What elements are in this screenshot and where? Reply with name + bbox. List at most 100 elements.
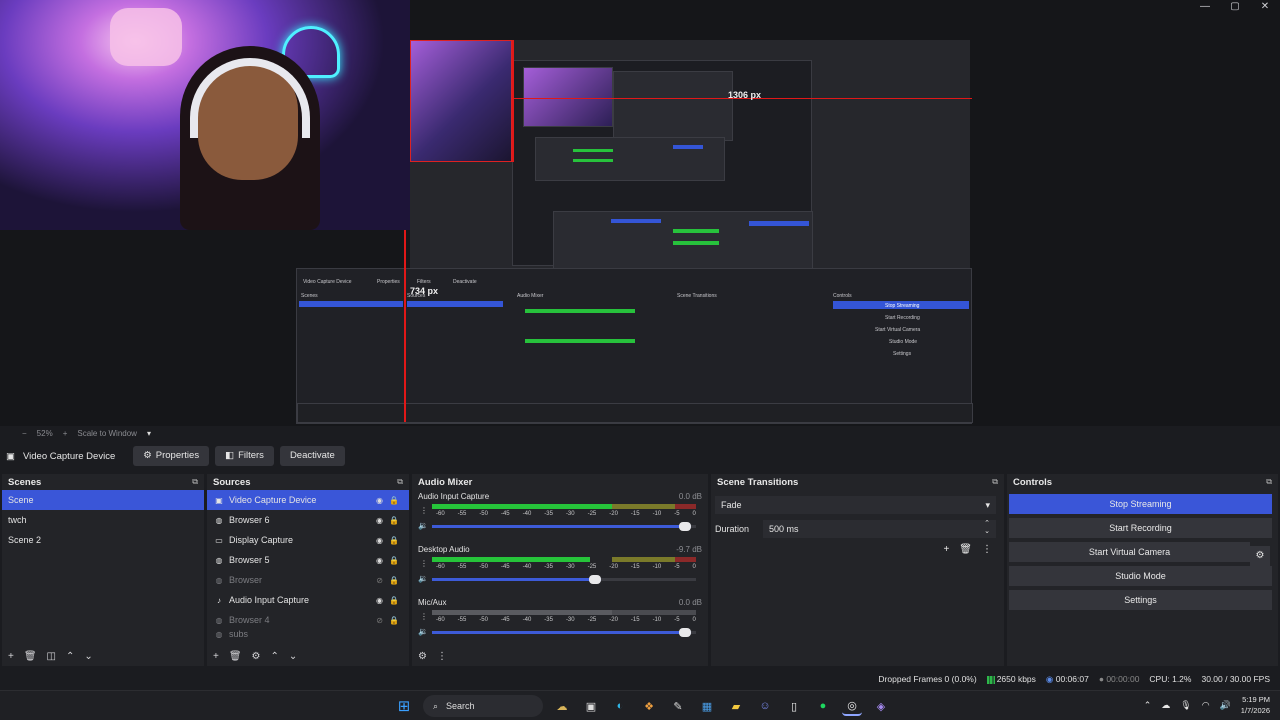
scale-tick: -55: [457, 564, 467, 570]
speaker-icon[interactable]: 🔉: [418, 627, 428, 636]
preview-canvas[interactable]: Video Capture Device Properties Filters …: [0, 0, 1280, 426]
move-down-icon[interactable]: ⌄: [84, 651, 92, 662]
deactivate-button[interactable]: Deactivate: [279, 446, 345, 466]
widgets-icon[interactable]: ☁: [552, 696, 572, 716]
channel-menu-icon[interactable]: ⋮: [420, 506, 428, 515]
studio-mode-button[interactable]: Studio Mode: [1009, 566, 1272, 586]
source-item[interactable]: ▣ Video Capture Device ◉ 🔒: [207, 490, 409, 510]
chat-app-icon[interactable]: ◈: [871, 696, 891, 716]
minimize-button[interactable]: —: [1190, 0, 1220, 14]
volume-icon[interactable]: 🔊: [1220, 700, 1231, 711]
edge-icon[interactable]: ◐: [610, 696, 630, 716]
scene-filters-icon[interactable]: ◫: [47, 651, 56, 662]
move-up-icon[interactable]: ⌃: [66, 651, 74, 662]
properties-button[interactable]: ⚙ Properties: [133, 446, 210, 466]
source-properties-icon[interactable]: ⚙: [252, 651, 261, 662]
scene-item[interactable]: Scene 2: [2, 530, 204, 550]
virtual-camera-settings-icon[interactable]: ⚙: [1250, 546, 1270, 566]
settings-button[interactable]: Settings: [1009, 590, 1272, 610]
remove-transition-icon[interactable]: 🗑: [959, 544, 972, 555]
close-button[interactable]: ✕: [1250, 0, 1280, 14]
zoom-out-icon[interactable]: −: [22, 429, 27, 438]
undock-icon[interactable]: ⧉: [192, 477, 198, 487]
document-icon[interactable]: ▯: [784, 696, 804, 716]
lock-icon[interactable]: 🔒: [389, 516, 399, 525]
speaker-icon[interactable]: 🔉: [418, 574, 428, 583]
taskbar-search[interactable]: ⌕ Search: [423, 695, 543, 717]
filters-button[interactable]: ◧ Filters: [215, 446, 274, 466]
scale-mode-label[interactable]: Scale to Window: [77, 429, 137, 438]
channel-menu-icon[interactable]: ⋮: [420, 559, 428, 568]
remove-scene-icon[interactable]: 🗑: [24, 651, 37, 662]
wifi-icon[interactable]: ◠: [1202, 700, 1210, 711]
source-item[interactable]: ◍ Browser 5 ◉ 🔒: [207, 550, 409, 570]
copilot-icon[interactable]: ❖: [639, 696, 659, 716]
source-item[interactable]: ▭ Display Capture ◉ 🔒: [207, 530, 409, 550]
eye-hidden-icon[interactable]: ⊘: [376, 576, 383, 585]
move-up-icon[interactable]: ⌃: [271, 651, 279, 662]
volume-slider[interactable]: [432, 575, 696, 584]
pen-icon[interactable]: ✎: [668, 696, 688, 716]
lock-icon[interactable]: 🔒: [389, 536, 399, 545]
lock-icon[interactable]: 🔒: [389, 596, 399, 605]
volume-slider[interactable]: [432, 522, 696, 531]
move-down-icon[interactable]: ⌄: [289, 651, 297, 662]
start-recording-button[interactable]: Start Recording: [1009, 518, 1272, 538]
add-transition-icon[interactable]: +: [943, 544, 949, 555]
remove-source-icon[interactable]: 🗑: [229, 651, 242, 662]
lock-icon[interactable]: 🔒: [389, 616, 399, 625]
zoom-in-icon[interactable]: +: [63, 429, 68, 438]
clock[interactable]: 5:19 PM 1/7/2026: [1241, 694, 1270, 716]
chevron-up-icon[interactable]: ⌃: [1144, 700, 1152, 711]
eye-hidden-icon[interactable]: ⊘: [376, 616, 383, 625]
add-scene-icon[interactable]: +: [8, 651, 14, 662]
webcam-feed: [0, 0, 410, 230]
source-item[interactable]: ◍ Browser 4 ⊘ 🔒: [207, 610, 409, 630]
duration-stepper[interactable]: 500 ms ⌃ ⌄: [763, 520, 996, 538]
microphone-icon[interactable]: 🎙: [1180, 700, 1191, 711]
speaker-icon[interactable]: 🔉: [418, 521, 428, 530]
maximize-button[interactable]: ▢: [1220, 0, 1250, 14]
source-item[interactable]: ◍ subs: [207, 630, 409, 638]
lock-icon[interactable]: 🔒: [389, 556, 399, 565]
scene-item[interactable]: Scene: [2, 490, 204, 510]
file-explorer-icon[interactable]: ▰: [726, 696, 746, 716]
undock-icon[interactable]: ⧉: [992, 477, 998, 487]
discord-icon[interactable]: ☺: [755, 696, 775, 716]
volume-knob[interactable]: [678, 522, 691, 531]
transition-select[interactable]: Fade ▾: [715, 496, 996, 514]
volume-slider[interactable]: [432, 628, 696, 637]
undock-icon[interactable]: ⧉: [1266, 477, 1272, 487]
volume-knob[interactable]: [588, 575, 601, 584]
undock-icon[interactable]: ⧉: [397, 477, 403, 487]
stepper-arrows-icon[interactable]: ⌃ ⌄: [984, 520, 990, 538]
obs-icon[interactable]: ◎: [842, 696, 862, 716]
more-menu-icon[interactable]: ⋮: [437, 651, 447, 662]
windows-start-icon[interactable]: ⊞: [394, 696, 414, 716]
source-item[interactable]: ♪ Audio Input Capture ◉ 🔒: [207, 590, 409, 610]
eye-icon[interactable]: ◉: [376, 516, 383, 525]
stop-streaming-button[interactable]: Stop Streaming: [1009, 494, 1272, 514]
more-menu-icon[interactable]: ⋮: [982, 544, 992, 555]
scene-item[interactable]: twch: [2, 510, 204, 530]
start-virtual-camera-button[interactable]: Start Virtual Camera: [1009, 542, 1250, 562]
eye-icon[interactable]: ◉: [376, 496, 383, 505]
scale-tick: -45: [500, 511, 510, 517]
onedrive-icon[interactable]: ☁: [1161, 700, 1170, 711]
eye-icon[interactable]: ◉: [376, 596, 383, 605]
source-item[interactable]: ◍ Browser 6 ◉ 🔒: [207, 510, 409, 530]
spotify-icon[interactable]: ●: [813, 696, 833, 716]
add-source-icon[interactable]: +: [213, 651, 219, 662]
store-icon[interactable]: ▦: [697, 696, 717, 716]
lock-icon[interactable]: 🔒: [389, 576, 399, 585]
chevron-down-icon[interactable]: ▾: [147, 429, 151, 438]
advanced-audio-icon[interactable]: ⚙: [418, 651, 427, 662]
eye-icon[interactable]: ◉: [376, 556, 383, 565]
task-view-icon[interactable]: ▣: [581, 696, 601, 716]
channel-menu-icon[interactable]: ⋮: [420, 612, 428, 621]
eye-icon[interactable]: ◉: [376, 536, 383, 545]
lock-icon[interactable]: 🔒: [389, 496, 399, 505]
volume-knob[interactable]: [678, 628, 691, 637]
scale-tick: -30: [565, 564, 575, 570]
source-item[interactable]: ◍ Browser ⊘ 🔒: [207, 570, 409, 590]
